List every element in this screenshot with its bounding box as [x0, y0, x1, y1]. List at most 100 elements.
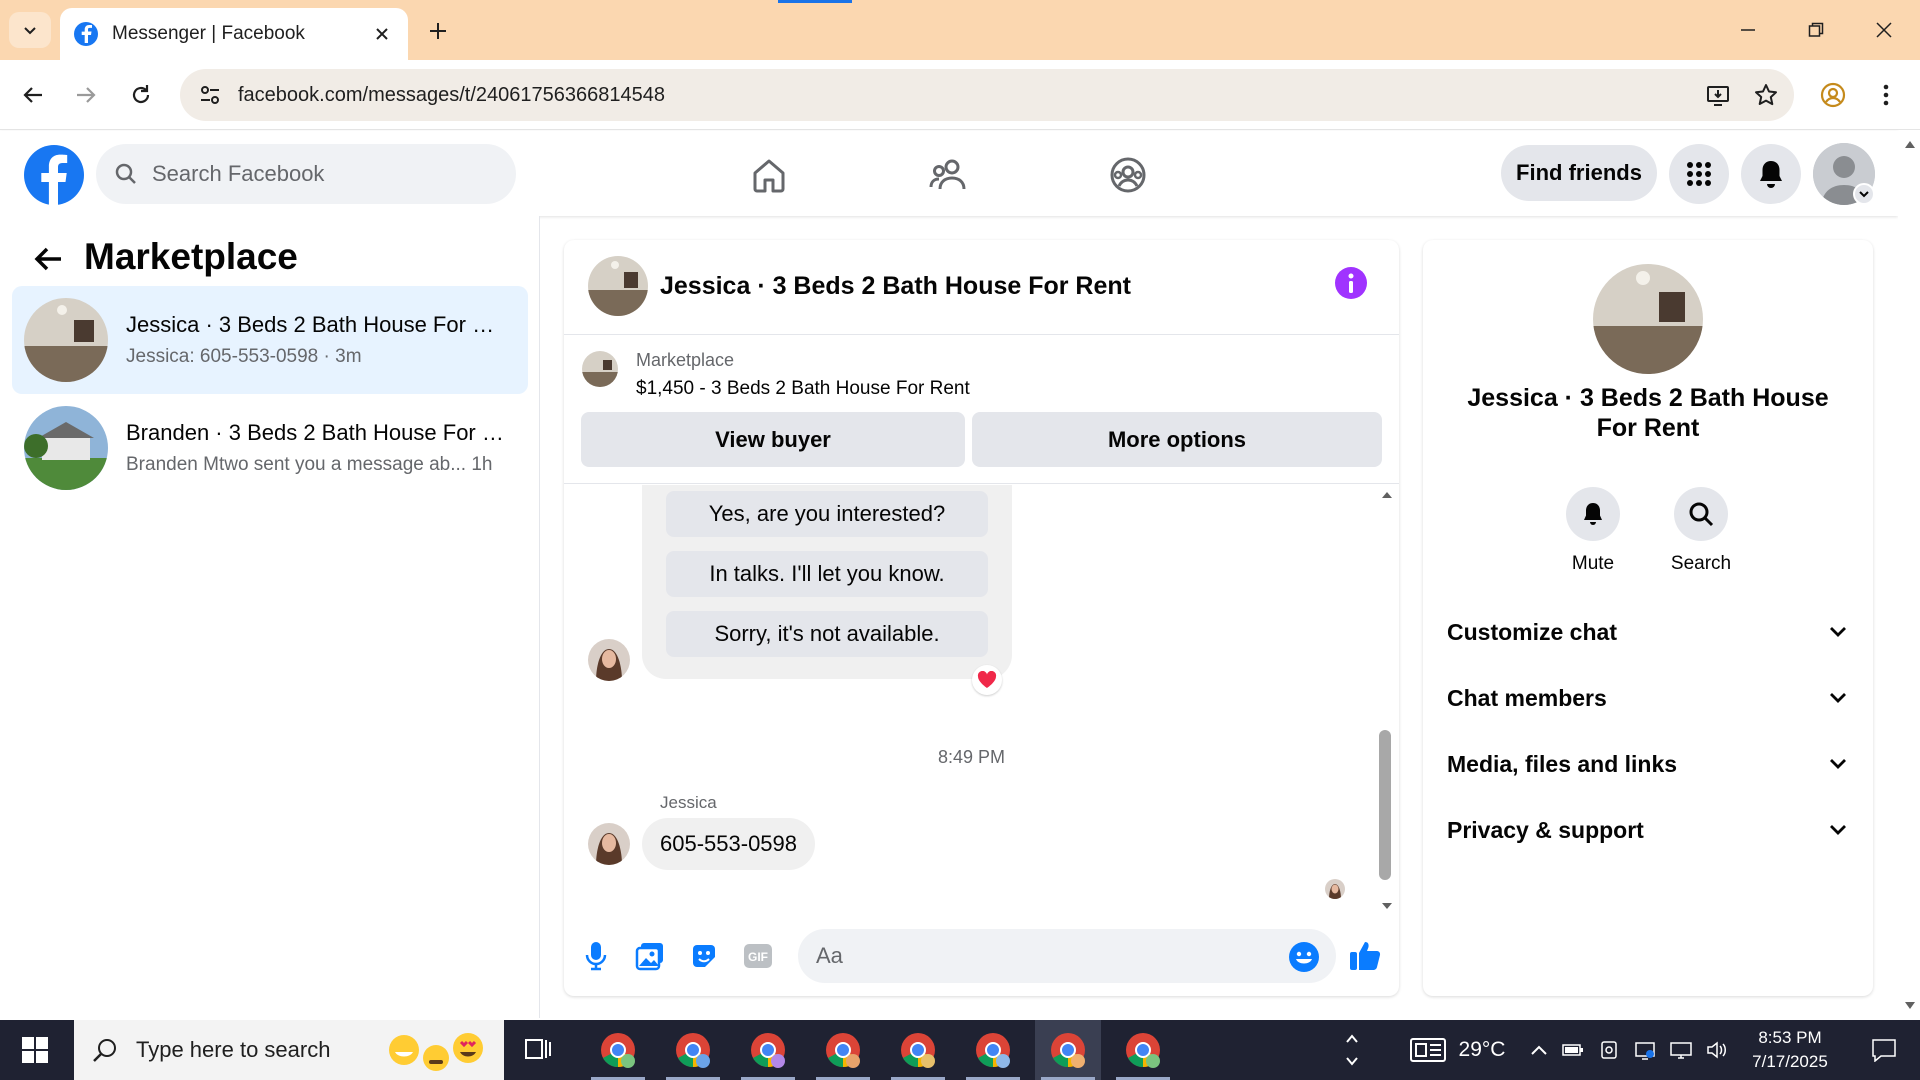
find-friends-button[interactable]: Find friends	[1501, 145, 1657, 201]
chat-avatar[interactable]	[588, 256, 648, 316]
sender-avatar	[588, 823, 630, 865]
quick-reply-button[interactable]: Sorry, it's not available.	[666, 611, 988, 657]
window-close-icon[interactable]	[1860, 10, 1908, 50]
facebook-logo-icon[interactable]	[24, 145, 84, 205]
page-scrollbar[interactable]	[1898, 131, 1920, 1018]
facebook-favicon-icon	[74, 22, 98, 46]
menu-grid-icon[interactable]	[1669, 144, 1729, 204]
chrome-window-icon[interactable]	[885, 1020, 951, 1080]
sender-name: Jessica	[660, 793, 717, 812]
volume-icon[interactable]	[1702, 1020, 1732, 1080]
address-bar[interactable]: facebook.com/messages/t/2406175636681454…	[180, 69, 1794, 121]
more-options-button[interactable]: More options	[972, 412, 1382, 467]
facebook-search-input[interactable]: Search Facebook	[96, 144, 516, 204]
view-buyer-button[interactable]: View buyer	[581, 412, 965, 467]
conversation-item[interactable]: Jessica · 3 Beds 2 Bath House For Rent J…	[12, 286, 528, 394]
sticker-icon[interactable]	[686, 938, 722, 974]
message-timestamp: 8:49 PM	[937, 747, 1006, 767]
chevron-down-icon	[24, 27, 36, 35]
account-dropdown-icon[interactable]	[1853, 183, 1875, 205]
message-bubble[interactable]: 605-553-0598	[642, 818, 816, 870]
marketplace-listing-bar: Marketplace $1,450 - 3 Beds 2 Bath House…	[564, 336, 1399, 484]
display-icon[interactable]	[1666, 1020, 1696, 1080]
thumbs-up-icon[interactable]	[1348, 938, 1384, 974]
show-hidden-icons-icon[interactable]	[1524, 1020, 1554, 1080]
chat-title[interactable]: Jessica · 3 Beds 2 Bath House For Rent	[660, 272, 1131, 301]
listing-thumbnail	[24, 298, 108, 382]
browser-tab[interactable]: Messenger | Facebook	[60, 8, 408, 60]
sender-avatar	[588, 639, 630, 681]
meet-now-icon[interactable]	[1594, 1020, 1624, 1080]
task-view-icon[interactable]	[520, 1032, 556, 1068]
gif-icon[interactable]: GIF	[740, 938, 776, 974]
chrome-window-icon[interactable]	[660, 1020, 726, 1080]
chat-members-section[interactable]: Chat members	[1447, 674, 1847, 722]
chrome-window-icon[interactable]	[585, 1020, 651, 1080]
notification-center-icon[interactable]	[1856, 1020, 1912, 1080]
photo-icon[interactable]	[632, 938, 668, 974]
site-info-icon[interactable]	[190, 75, 230, 115]
media-files-links-section[interactable]: Media, files and links	[1447, 740, 1847, 788]
scroll-down-icon[interactable]	[1904, 1001, 1916, 1011]
heart-reaction-icon[interactable]	[972, 665, 1002, 695]
chat-window: Jessica · 3 Beds 2 Bath House For Rent M…	[564, 240, 1399, 996]
reload-icon[interactable]	[121, 75, 161, 115]
forward-arrow-icon[interactable]	[66, 75, 106, 115]
chrome-window-icon[interactable]	[810, 1020, 876, 1080]
back-arrow-icon[interactable]	[28, 239, 68, 279]
scroll-up-icon[interactable]	[1904, 139, 1916, 149]
quick-reply-card: Yes, are you interested? In talks. I'll …	[642, 485, 1012, 679]
browser-menu-icon[interactable]	[1866, 75, 1906, 115]
groups-icon[interactable]	[1104, 151, 1152, 199]
taskbar-search-placeholder: Type here to search	[136, 1037, 331, 1062]
taskbar-search-input[interactable]: Type here to search	[74, 1020, 504, 1080]
emoji-decoration-icon	[389, 1033, 483, 1071]
mute-button[interactable]: Mute	[1553, 487, 1633, 575]
weather-widget[interactable]: 29°C	[1392, 1020, 1522, 1080]
network-icon[interactable]	[1630, 1020, 1660, 1080]
quick-reply-button[interactable]: In talks. I'll let you know.	[666, 551, 988, 597]
message-input[interactable]: Aa	[798, 929, 1336, 983]
bookmark-star-icon[interactable]	[1746, 75, 1786, 115]
url-text[interactable]: facebook.com/messages/t/2406175636681454…	[238, 84, 1698, 107]
listing-thumbnail	[24, 406, 108, 490]
message-input-placeholder: Aa	[816, 943, 843, 968]
scroll-down-icon[interactable]	[1381, 902, 1393, 910]
browser-profile-icon[interactable]	[1813, 75, 1853, 115]
battery-icon[interactable]	[1558, 1020, 1588, 1080]
search-in-chat-button[interactable]: Search	[1661, 487, 1741, 575]
conversation-item[interactable]: Branden · 3 Beds 2 Bath House For Rent B…	[12, 394, 528, 502]
chrome-window-icon[interactable]	[735, 1020, 801, 1080]
friends-icon[interactable]	[924, 151, 972, 199]
listing-title[interactable]: $1,450 - 3 Beds 2 Bath House For Rent	[636, 378, 970, 400]
chrome-window-icon[interactable]	[960, 1020, 1026, 1080]
restore-icon[interactable]	[1792, 10, 1840, 50]
scroll-up-icon[interactable]	[1381, 491, 1393, 499]
chat-scrollbar-thumb[interactable]	[1379, 730, 1391, 880]
new-tab-icon[interactable]	[424, 17, 452, 45]
tab-close-icon[interactable]	[370, 22, 394, 46]
microphone-icon[interactable]	[578, 938, 614, 974]
system-clock[interactable]: 8:53 PM 7/17/2025	[1730, 1026, 1850, 1074]
home-icon[interactable]	[745, 151, 793, 199]
chat-avatar-large[interactable]	[1593, 264, 1703, 374]
customize-chat-section[interactable]: Customize chat	[1447, 608, 1847, 656]
quick-reply-button[interactable]: Yes, are you interested?	[666, 491, 988, 537]
search-icon	[1674, 487, 1728, 541]
chrome-window-active-icon[interactable]	[1035, 1020, 1101, 1080]
privacy-support-section[interactable]: Privacy & support	[1447, 806, 1847, 854]
notifications-bell-icon[interactable]	[1741, 144, 1801, 204]
info-icon[interactable]	[1334, 266, 1368, 300]
chevron-down-icon	[1830, 627, 1846, 637]
chevron-down-icon	[1830, 825, 1846, 835]
install-app-icon[interactable]	[1698, 75, 1738, 115]
chrome-window-icon[interactable]	[1110, 1020, 1176, 1080]
minimize-icon[interactable]	[1724, 10, 1772, 50]
taskbar-scroll-arrows-icon[interactable]	[1340, 1020, 1364, 1080]
windows-start-icon[interactable]	[0, 1020, 70, 1080]
emoji-icon[interactable]	[1288, 941, 1320, 973]
panel-title: Marketplace	[84, 236, 298, 277]
back-arrow-icon[interactable]	[13, 75, 53, 115]
tab-search-button[interactable]	[9, 12, 51, 48]
clock-date: 7/17/2025	[1752, 1052, 1828, 1071]
